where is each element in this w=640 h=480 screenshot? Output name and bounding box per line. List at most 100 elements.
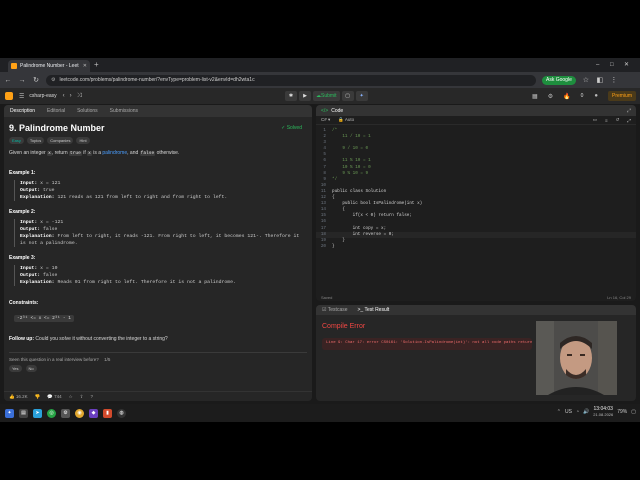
run-button[interactable]: ▶ [299, 91, 311, 101]
language-value: C# [321, 117, 327, 122]
tab-editorial[interactable]: Editorial [47, 108, 65, 114]
format-code-icon[interactable]: ≡ [605, 118, 608, 123]
forward-icon[interactable]: → [18, 77, 26, 84]
premium-button[interactable]: Premium [607, 91, 636, 101]
language-select[interactable]: C# ▾ [321, 117, 330, 123]
settings-app-icon[interactable]: ⚙ [61, 408, 70, 418]
settings-icon[interactable]: ⚙ [548, 93, 553, 100]
notifications-icon[interactable]: ▢ [631, 409, 636, 415]
code-panel-title: Code [331, 107, 344, 114]
code-line[interactable]: 20} [316, 244, 636, 250]
file-manager-icon[interactable]: ▤ [19, 408, 28, 418]
cursor-position: Ln 16, Col 29 [607, 294, 631, 300]
debug-button[interactable]: ✱ [285, 91, 297, 101]
chat-app-icon[interactable]: ◎ [47, 408, 56, 418]
favorite-icon[interactable]: ☆ [69, 394, 73, 400]
tab-close-icon[interactable]: ✕ [83, 63, 87, 69]
bookmark-icon[interactable]: ☆ [582, 76, 590, 84]
hint-tag[interactable]: Hint [76, 137, 90, 144]
yes-button[interactable]: Yes [9, 365, 22, 372]
notes-button[interactable]: ▢ [341, 91, 354, 101]
dislike-icon[interactable]: 👎 [35, 394, 41, 400]
tray-chevron-icon[interactable]: ⌃ [557, 409, 561, 415]
example-title: Example 3: [9, 255, 36, 261]
reload-icon[interactable]: ↻ [32, 76, 40, 84]
premium-label: Premium [611, 93, 632, 99]
problem-title[interactable]: 9. Palindrome Number [9, 123, 307, 133]
clock[interactable]: 13:04:03 21.08.2026 [593, 406, 613, 418]
ai-assist-button[interactable]: ✦ [355, 91, 368, 101]
solved-label: Solved [286, 125, 302, 131]
topics-tag[interactable]: Topics [26, 137, 45, 144]
leetcode-logo[interactable] [5, 92, 13, 100]
code-panel: </> Code ⤢ C# ▾ 🔒 Auto ▭ ≡ ↺ ⤢ 1/* 2 11 /… [316, 105, 636, 301]
reset-code-icon[interactable]: ↺ [616, 117, 620, 123]
bookmark-code-icon[interactable]: ▭ [593, 117, 597, 123]
person-video [536, 321, 617, 395]
code-icon: </> [321, 107, 329, 114]
header-right: ▦ ⚙ 🔥 0 ● Premium [532, 91, 636, 101]
example-explanation: From left to right, it reads -121. From … [20, 234, 300, 246]
network-icon[interactable]: ◔ [576, 409, 579, 415]
auto-mode-toggle[interactable]: 🔒 Auto [338, 117, 354, 123]
os-taskbar: ✦ ▤ ➤ ◎ ⚙ ◉ ◆ ▮ ◍ ⌃ US ◔ 🔊 13:04:03 21.0… [0, 404, 640, 422]
media-app-icon[interactable]: ▮ [103, 408, 112, 418]
url-text: leetcode.com/problems/palindrome-number/… [59, 77, 255, 83]
code-text: 9 / 10 = 0 [332, 146, 369, 152]
tab-solutions[interactable]: Solutions [77, 108, 98, 114]
no-button[interactable]: No [25, 365, 37, 372]
maximize-panel-icon[interactable]: ⤢ [627, 108, 631, 114]
tab-test-result[interactable]: >_ Test Result [358, 307, 390, 313]
list-icon[interactable]: ☰ [19, 93, 24, 100]
browser-tab[interactable]: Palindrome Number - Leet ✕ [8, 60, 90, 72]
chrome-icon[interactable]: ◉ [75, 408, 84, 418]
submit-button[interactable]: ☁ Submit [313, 91, 340, 101]
next-problem-icon[interactable]: › [70, 93, 72, 99]
new-tab-button[interactable]: + [94, 60, 99, 70]
solved-badge: ✓ Solved [281, 125, 302, 131]
example-box: Input: x = 121 Output: true Explanation:… [14, 180, 307, 201]
back-icon[interactable]: ← [4, 77, 12, 84]
problem-list-name[interactable]: csharp-easy [29, 93, 56, 99]
menu-icon[interactable]: ⋮ [610, 76, 618, 84]
volume-icon[interactable]: 🔊 [583, 409, 589, 415]
layout-icon[interactable]: ▦ [532, 93, 538, 100]
interview-answer: Yes No [9, 365, 307, 372]
ide-icon[interactable]: ◆ [89, 408, 98, 418]
keyboard-layout[interactable]: US [565, 409, 572, 415]
prev-problem-icon[interactable]: ‹ [63, 93, 65, 99]
site-info-icon[interactable]: ⚙ [51, 77, 55, 83]
tab-description[interactable]: Description [10, 108, 35, 114]
code-editor[interactable]: 1/* 2 11 / 10 = 134 9 / 10 = 056 11 % 10 … [316, 125, 636, 250]
palindrome-link[interactable]: palindrome [102, 150, 127, 156]
share-icon[interactable]: ⇪ [80, 394, 84, 400]
problem-tags: Easy Topics Companies Hint [9, 137, 307, 144]
minimize-button[interactable]: – [596, 60, 599, 70]
ask-google-button[interactable]: Ask Google [542, 75, 576, 85]
avatar[interactable]: ● [594, 93, 598, 99]
like-button[interactable]: 👍 16.2K [9, 394, 28, 400]
example-output: true [43, 188, 55, 193]
obs-icon[interactable]: ◍ [117, 408, 126, 418]
help-icon[interactable]: ? [90, 394, 93, 399]
leetcode-favicon-icon [11, 63, 17, 69]
tab-testcase[interactable]: ☑ Testcase [322, 307, 348, 313]
difficulty-tag: Easy [9, 137, 24, 144]
explanation-label: Explanation: [20, 280, 55, 285]
maximize-button[interactable]: □ [610, 60, 614, 70]
comments-button[interactable]: 💬 744 [47, 394, 61, 400]
extensions-icon[interactable]: ◧ [596, 76, 604, 84]
start-menu-icon[interactable]: ✦ [5, 408, 14, 418]
url-input[interactable]: ⚙ leetcode.com/problems/palindrome-numbe… [46, 74, 536, 86]
example-title: Example 2: [9, 209, 36, 215]
leetcode-header: ☰ csharp-easy ‹ › ⤨ ✱ ▶ ☁ Submit ▢ ✦ ▦ ⚙… [0, 88, 640, 104]
streak-icon[interactable]: 🔥 [563, 93, 570, 100]
telegram-icon[interactable]: ➤ [33, 408, 42, 418]
close-window-button[interactable]: ✕ [624, 60, 629, 70]
code-toolbar: C# ▾ 🔒 Auto ▭ ≡ ↺ ⤢ [316, 116, 636, 125]
tab-submissions[interactable]: Submissions [110, 108, 138, 114]
fullscreen-icon[interactable]: ⤢ [627, 118, 631, 123]
desc-text: , return [51, 150, 68, 156]
shuffle-icon[interactable]: ⤨ [77, 93, 82, 100]
companies-tag[interactable]: Companies [47, 137, 74, 144]
